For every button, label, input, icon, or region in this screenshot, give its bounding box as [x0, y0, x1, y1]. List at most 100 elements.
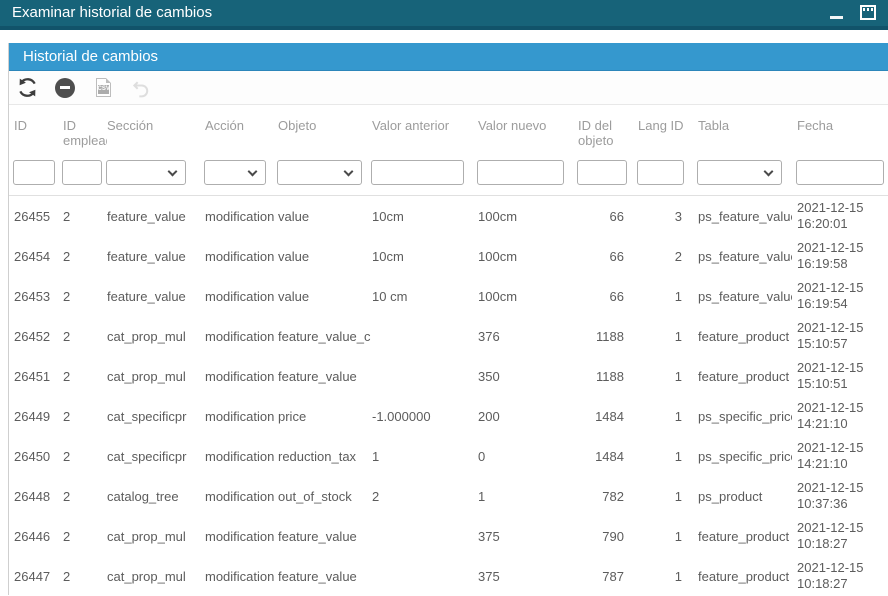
refresh-button[interactable] — [15, 76, 39, 100]
grid-body: 26455 2 feature_value modification value… — [14, 196, 888, 596]
filter-seccion-select[interactable] — [106, 160, 186, 185]
cell-id: 26454 — [14, 249, 63, 264]
cell-seccion: cat_specificpr — [107, 409, 205, 424]
cell-valor-anterior: 10cm — [372, 209, 478, 224]
cell-seccion: catalog_tree — [107, 489, 205, 504]
column-header-tabla: Tabla — [698, 118, 792, 152]
cell-objeto: price — [278, 409, 372, 424]
cell-id-empleado: 2 — [63, 409, 107, 424]
export-csv-button[interactable]: CSV — [91, 76, 115, 100]
cell-tabla: ps_specific_price — [698, 449, 792, 464]
cell-fecha: 2021-12-15 14:21:10 — [797, 440, 885, 472]
table-row[interactable]: 26447 2 cat_prop_mul modification featur… — [14, 556, 888, 596]
cell-objeto: value — [278, 209, 372, 224]
cell-id-del-objeto: 787 — [578, 569, 630, 584]
cell-id-empleado: 2 — [63, 529, 107, 544]
cell-tabla: ps_product — [698, 489, 792, 504]
column-header-valor-nuevo: Valor nuevo — [478, 118, 578, 152]
filter-valor-nuevo-input[interactable] — [477, 160, 564, 185]
filter-lang-id-input[interactable] — [637, 160, 684, 185]
history-panel: Historial de cambios CSV — [8, 43, 888, 595]
cell-accion: modification — [205, 409, 278, 424]
cell-valor-anterior: 2 — [372, 489, 478, 504]
panel-title: Historial de cambios — [23, 48, 158, 65]
cell-id: 26447 — [14, 569, 63, 584]
filter-id-input[interactable] — [13, 160, 55, 185]
cell-fecha: 2021-12-15 10:37:36 — [797, 480, 885, 512]
cell-id-empleado: 2 — [63, 489, 107, 504]
cell-objeto: feature_value — [278, 369, 372, 384]
cell-seccion: feature_value — [107, 249, 205, 264]
cell-seccion: feature_value — [107, 289, 205, 304]
cell-objeto: value — [278, 249, 372, 264]
cell-valor-nuevo: 350 — [478, 369, 578, 384]
filter-fecha-input[interactable] — [796, 160, 884, 185]
cell-objeto: out_of_stock — [278, 489, 372, 504]
cell-fecha: 2021-12-15 16:20:01 — [797, 200, 885, 232]
cell-accion: modification — [205, 329, 278, 344]
window-titlebar: Examinar historial de cambios — [0, 0, 888, 30]
cell-tabla: ps_feature_value — [698, 249, 792, 264]
filter-accion-select[interactable] — [204, 160, 266, 185]
cell-id: 26446 — [14, 529, 63, 544]
table-row[interactable]: 26446 2 cat_prop_mul modification featur… — [14, 516, 888, 556]
minimize-button[interactable] — [826, 2, 846, 22]
cell-objeto: value — [278, 289, 372, 304]
cell-id-del-objeto: 66 — [578, 289, 630, 304]
filter-id-empleado-input[interactable] — [62, 160, 102, 185]
cell-seccion: cat_prop_mul — [107, 329, 205, 344]
cell-id: 26455 — [14, 209, 63, 224]
undo-button[interactable] — [129, 76, 153, 100]
filter-valor-anterior-input[interactable] — [371, 160, 464, 185]
column-header-seccion: Sección — [107, 118, 205, 152]
table-row[interactable]: 26448 2 catalog_tree modification out_of… — [14, 476, 888, 516]
cell-valor-anterior: -1.000000 — [372, 409, 478, 424]
cell-accion: modification — [205, 489, 278, 504]
cell-id: 26450 — [14, 449, 63, 464]
cell-id-del-objeto: 1484 — [578, 409, 630, 424]
cell-seccion: cat_prop_mul — [107, 369, 205, 384]
maximize-button[interactable] — [858, 2, 878, 22]
minimize-icon — [830, 16, 843, 19]
cell-id: 26452 — [14, 329, 63, 344]
csv-label: CSV — [98, 85, 109, 94]
filter-cell — [477, 160, 577, 185]
cell-accion: modification — [205, 529, 278, 544]
cell-tabla: feature_product — [698, 369, 792, 384]
filter-cell — [13, 160, 62, 185]
cell-valor-nuevo: 200 — [478, 409, 578, 424]
cell-id-empleado: 2 — [63, 329, 107, 344]
table-row[interactable]: 26454 2 feature_value modification value… — [14, 236, 888, 276]
cell-accion: modification — [205, 209, 278, 224]
history-grid: ID ID empleado Sección Acción Objeto Val… — [9, 105, 888, 596]
cell-valor-nuevo: 375 — [478, 569, 578, 584]
cell-accion: modification — [205, 249, 278, 264]
cell-tabla: ps_specific_price — [698, 409, 792, 424]
filter-tabla-select[interactable] — [697, 160, 782, 185]
cell-lang-id: 2 — [638, 249, 688, 264]
minus-circle-icon — [55, 78, 75, 98]
column-header-objeto: Objeto — [278, 118, 372, 152]
filter-cell — [577, 160, 629, 185]
table-row[interactable]: 26450 2 cat_specificpr modification redu… — [14, 436, 888, 476]
filter-cell — [697, 160, 791, 185]
table-row[interactable]: 26451 2 cat_prop_mul modification featur… — [14, 356, 888, 396]
filter-id-del-objeto-input[interactable] — [577, 160, 627, 185]
window-controls — [826, 2, 878, 22]
filter-cell — [62, 160, 106, 185]
refresh-icon — [17, 77, 38, 98]
cell-lang-id: 1 — [638, 369, 688, 384]
cell-id-del-objeto: 1188 — [578, 329, 630, 344]
table-row[interactable]: 26449 2 cat_specificpr modification pric… — [14, 396, 888, 436]
filter-cell — [796, 160, 884, 185]
table-row[interactable]: 26452 2 cat_prop_mul modification featur… — [14, 316, 888, 356]
filter-objeto-select[interactable] — [277, 160, 362, 185]
cell-valor-nuevo: 375 — [478, 529, 578, 544]
table-row[interactable]: 26455 2 feature_value modification value… — [14, 196, 888, 236]
cell-lang-id: 1 — [638, 329, 688, 344]
cell-lang-id: 1 — [638, 529, 688, 544]
column-header-id-empleado: ID empleado — [63, 118, 107, 152]
cell-objeto: reduction_tax — [278, 449, 372, 464]
table-row[interactable]: 26453 2 feature_value modification value… — [14, 276, 888, 316]
remove-button[interactable] — [53, 76, 77, 100]
